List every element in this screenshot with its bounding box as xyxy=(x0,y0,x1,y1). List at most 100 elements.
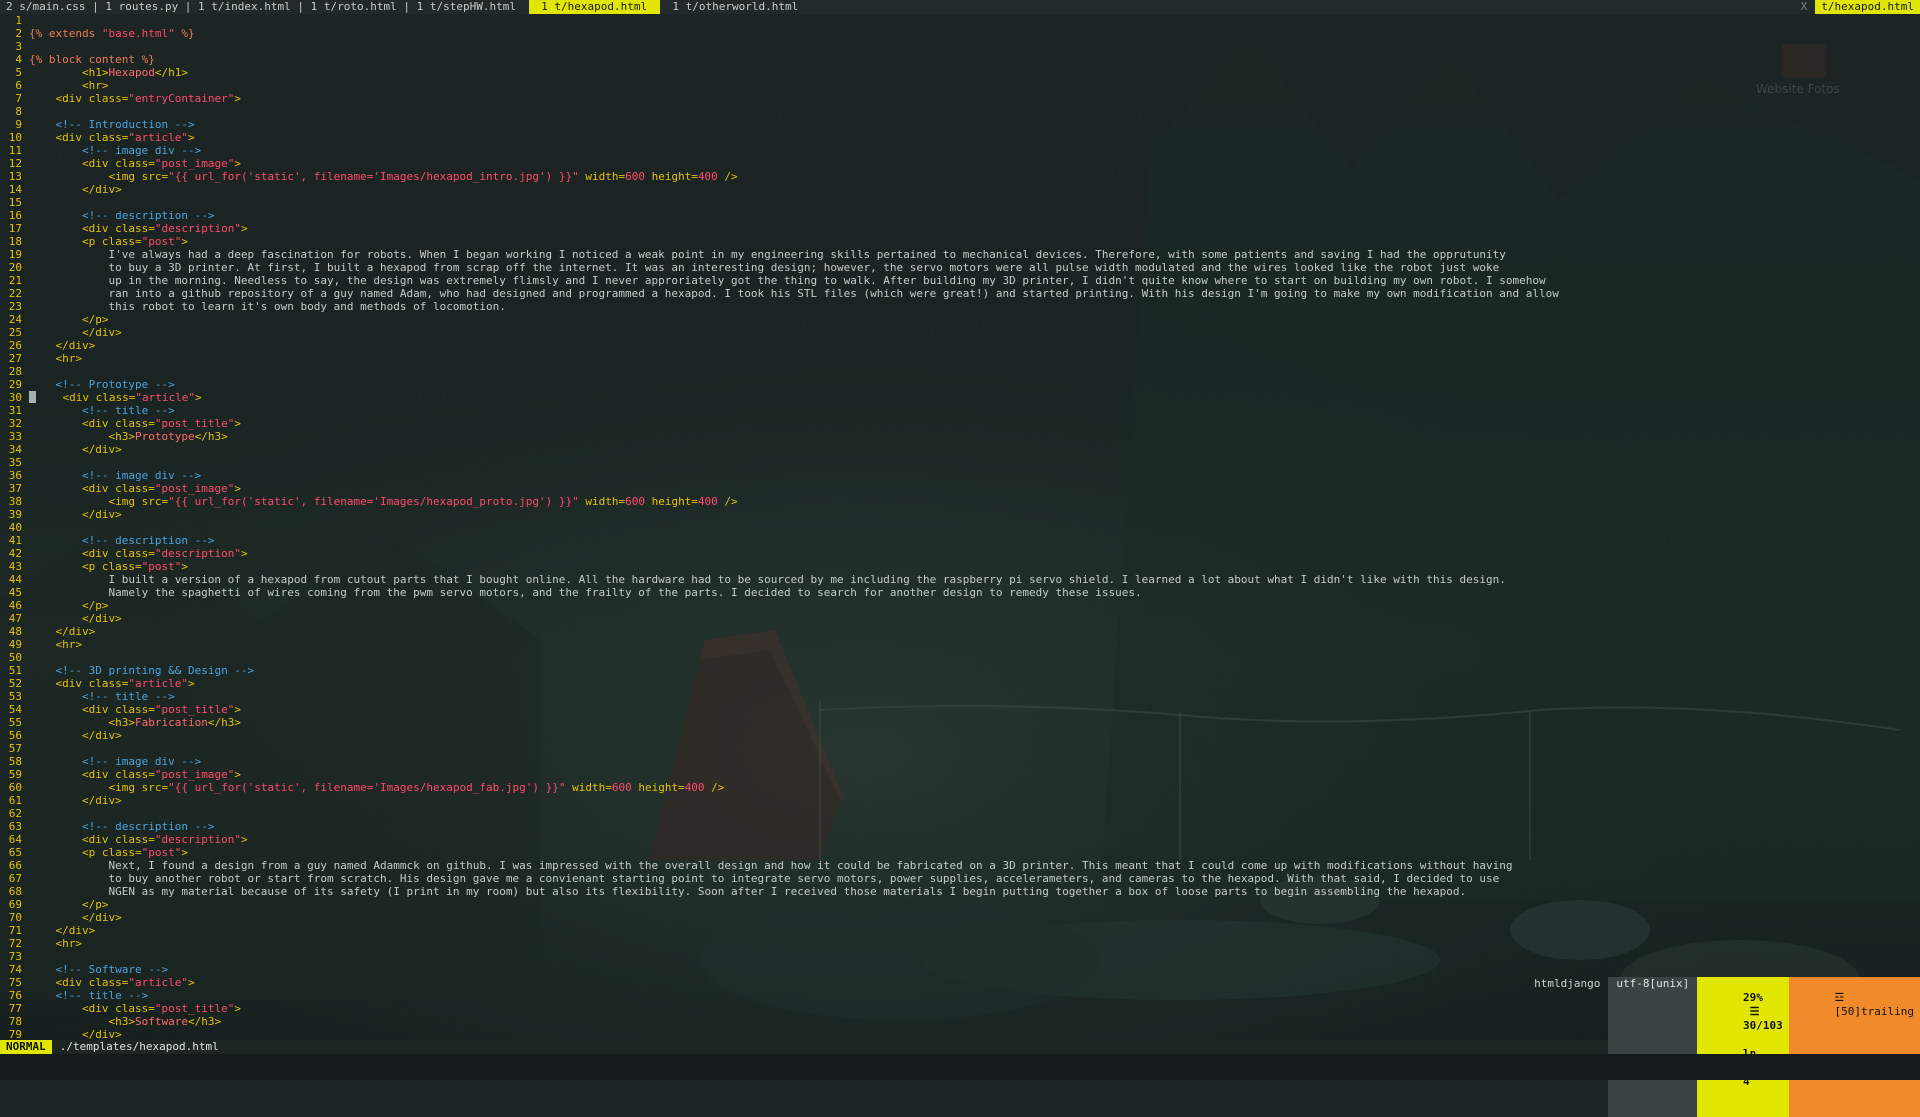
code-line[interactable]: 49 <hr> xyxy=(0,638,1920,651)
line-content: </div> xyxy=(29,508,122,521)
code-line[interactable]: 4 {% block content %} xyxy=(0,53,1920,66)
code-line[interactable]: 59 <div class="post_image"> xyxy=(0,768,1920,781)
code-line[interactable]: 45 Namely the spaghetti of wires coming … xyxy=(0,586,1920,599)
line-content: <div class="entryContainer"> xyxy=(29,92,241,105)
code-line[interactable]: 66 Next, I found a design from a guy nam… xyxy=(0,859,1920,872)
code-line[interactable]: 3 xyxy=(0,40,1920,53)
code-line[interactable]: 51 <!-- 3D printing && Design --> xyxy=(0,664,1920,677)
code-line[interactable]: 73 xyxy=(0,950,1920,963)
code-line[interactable]: 7 <div class="entryContainer"> xyxy=(0,92,1920,105)
code-line[interactable]: 41 <!-- description --> xyxy=(0,534,1920,547)
code-token: <!-- description --> xyxy=(81,534,215,547)
code-line[interactable]: 65 <p class="post"> xyxy=(0,846,1920,859)
code-line[interactable]: 69 </p> xyxy=(0,898,1920,911)
code-line[interactable]: 33 <h3>Prototype</h3> xyxy=(0,430,1920,443)
code-line[interactable]: 55 <h3>Fabrication</h3> xyxy=(0,716,1920,729)
line-number: 16 xyxy=(8,209,22,222)
code-line[interactable]: 43 <p class="post"> xyxy=(0,560,1920,573)
code-line[interactable]: 38 <img src="{{ url_for('static', filena… xyxy=(0,495,1920,508)
code-line[interactable]: 48 </div> xyxy=(0,625,1920,638)
code-line[interactable]: 23 this robot to learn it's own body and… xyxy=(0,300,1920,313)
code-line[interactable]: 14 </div> xyxy=(0,183,1920,196)
code-line[interactable]: 44 I built a version of a hexapod from c… xyxy=(0,573,1920,586)
code-token: Software xyxy=(134,1015,188,1028)
code-line[interactable]: 21 up in the morning. Needless to say, t… xyxy=(0,274,1920,287)
code-line[interactable]: 39 </div> xyxy=(0,508,1920,521)
code-line[interactable]: 30 <div class="article"> xyxy=(0,391,1920,404)
code-line[interactable]: 37 <div class="post_image"> xyxy=(0,482,1920,495)
code-line[interactable]: 71 </div> xyxy=(0,924,1920,937)
code-line[interactable]: 10 <div class="article"> xyxy=(0,131,1920,144)
code-line[interactable]: 61 </div> xyxy=(0,794,1920,807)
code-line[interactable]: 60 <img src="{{ url_for('static', filena… xyxy=(0,781,1920,794)
code-line[interactable]: 63 <!-- description --> xyxy=(0,820,1920,833)
code-line[interactable]: 5 <h1>Hexapod</h1> xyxy=(0,66,1920,79)
code-line[interactable]: 28 xyxy=(0,365,1920,378)
code-line[interactable]: 29 <!-- Prototype --> xyxy=(0,378,1920,391)
code-token: </div> xyxy=(81,508,122,521)
code-line[interactable]: 58 <!-- image div --> xyxy=(0,755,1920,768)
code-line[interactable]: 17 <div class="description"> xyxy=(0,222,1920,235)
code-token: "article" xyxy=(135,391,195,404)
code-line[interactable]: 24 </p> xyxy=(0,313,1920,326)
code-line[interactable]: 22 ran into a github repository of a guy… xyxy=(0,287,1920,300)
code-line[interactable]: 64 <div class="description"> xyxy=(0,833,1920,846)
tab-otherworld[interactable]: 1 t/otherworld.html xyxy=(660,0,811,14)
tab-group-inactive[interactable]: 2 s/main.css | 1 routes.py | 1 t/index.h… xyxy=(0,0,529,14)
code-line[interactable]: 32 <div class="post_title"> xyxy=(0,417,1920,430)
code-line[interactable]: 15 xyxy=(0,196,1920,209)
code-line[interactable]: 27 <hr> xyxy=(0,352,1920,365)
line-content: <div class="description"> xyxy=(29,222,248,235)
code-line[interactable]: 68 NGEN as my material because of its sa… xyxy=(0,885,1920,898)
code-line[interactable]: 70 </div> xyxy=(0,911,1920,924)
code-token: > xyxy=(240,222,248,235)
code-token: > xyxy=(181,846,188,859)
code-line[interactable]: 20 to buy a 3D printer. At first, I buil… xyxy=(0,261,1920,274)
code-line[interactable]: 50 xyxy=(0,651,1920,664)
code-editor[interactable]: 1 2 {% extends "base.html" %} 3 4 {% block co… xyxy=(0,14,1920,1041)
code-line[interactable]: 25 </div> xyxy=(0,326,1920,339)
code-line[interactable]: 11 <!-- image div --> xyxy=(0,144,1920,157)
code-token: <hr> xyxy=(55,352,83,365)
code-line[interactable]: 74 <!-- Software --> xyxy=(0,963,1920,976)
line-number: 53 xyxy=(8,690,22,703)
code-line[interactable]: 62 xyxy=(0,807,1920,820)
line-number: 73 xyxy=(8,950,22,963)
close-tab-icon[interactable]: X xyxy=(1793,0,1816,14)
line-number: 64 xyxy=(8,833,22,846)
code-line[interactable]: 2 {% extends "base.html" %} xyxy=(0,27,1920,40)
line-content: <div class="article"> xyxy=(29,677,195,690)
code-line[interactable]: 31 <!-- title --> xyxy=(0,404,1920,417)
code-line[interactable]: 18 <p class="post"> xyxy=(0,235,1920,248)
code-line[interactable]: 46 </p> xyxy=(0,599,1920,612)
code-line[interactable]: 9 <!-- Introduction --> xyxy=(0,118,1920,131)
code-line[interactable]: 35 xyxy=(0,456,1920,469)
tab-hexapod-active[interactable]: 1 t/hexapod.html xyxy=(528,0,660,14)
code-line[interactable]: 72 <hr> xyxy=(0,937,1920,950)
code-line[interactable]: 8 xyxy=(0,105,1920,118)
code-line[interactable]: 53 <!-- title --> xyxy=(0,690,1920,703)
code-line[interactable]: 56 </div> xyxy=(0,729,1920,742)
code-line[interactable]: 1 xyxy=(0,14,1920,27)
command-line[interactable] xyxy=(0,1054,1920,1080)
code-token: height= xyxy=(631,781,685,794)
code-line[interactable]: 12 <div class="post_image"> xyxy=(0,157,1920,170)
code-line[interactable]: 52 <div class="article"> xyxy=(0,677,1920,690)
code-line[interactable]: 34 </div> xyxy=(0,443,1920,456)
code-line[interactable]: 54 <div class="post_title"> xyxy=(0,703,1920,716)
code-line[interactable]: 26 </div> xyxy=(0,339,1920,352)
line-number: 22 xyxy=(8,287,22,300)
code-line[interactable]: 57 xyxy=(0,742,1920,755)
code-line[interactable]: 36 <!-- image div --> xyxy=(0,469,1920,482)
code-line[interactable]: 47 </div> xyxy=(0,612,1920,625)
code-line[interactable]: 16 <!-- description --> xyxy=(0,209,1920,222)
code-line[interactable]: 40 xyxy=(0,521,1920,534)
code-line[interactable]: 67 to buy another robot or start from sc… xyxy=(0,872,1920,885)
code-line[interactable]: 6 <hr> xyxy=(0,79,1920,92)
code-line[interactable]: 42 <div class="description"> xyxy=(0,547,1920,560)
code-line[interactable]: 13 <img src="{{ url_for('static', filena… xyxy=(0,170,1920,183)
code-line[interactable]: 19 I've always had a deep fascination fo… xyxy=(0,248,1920,261)
